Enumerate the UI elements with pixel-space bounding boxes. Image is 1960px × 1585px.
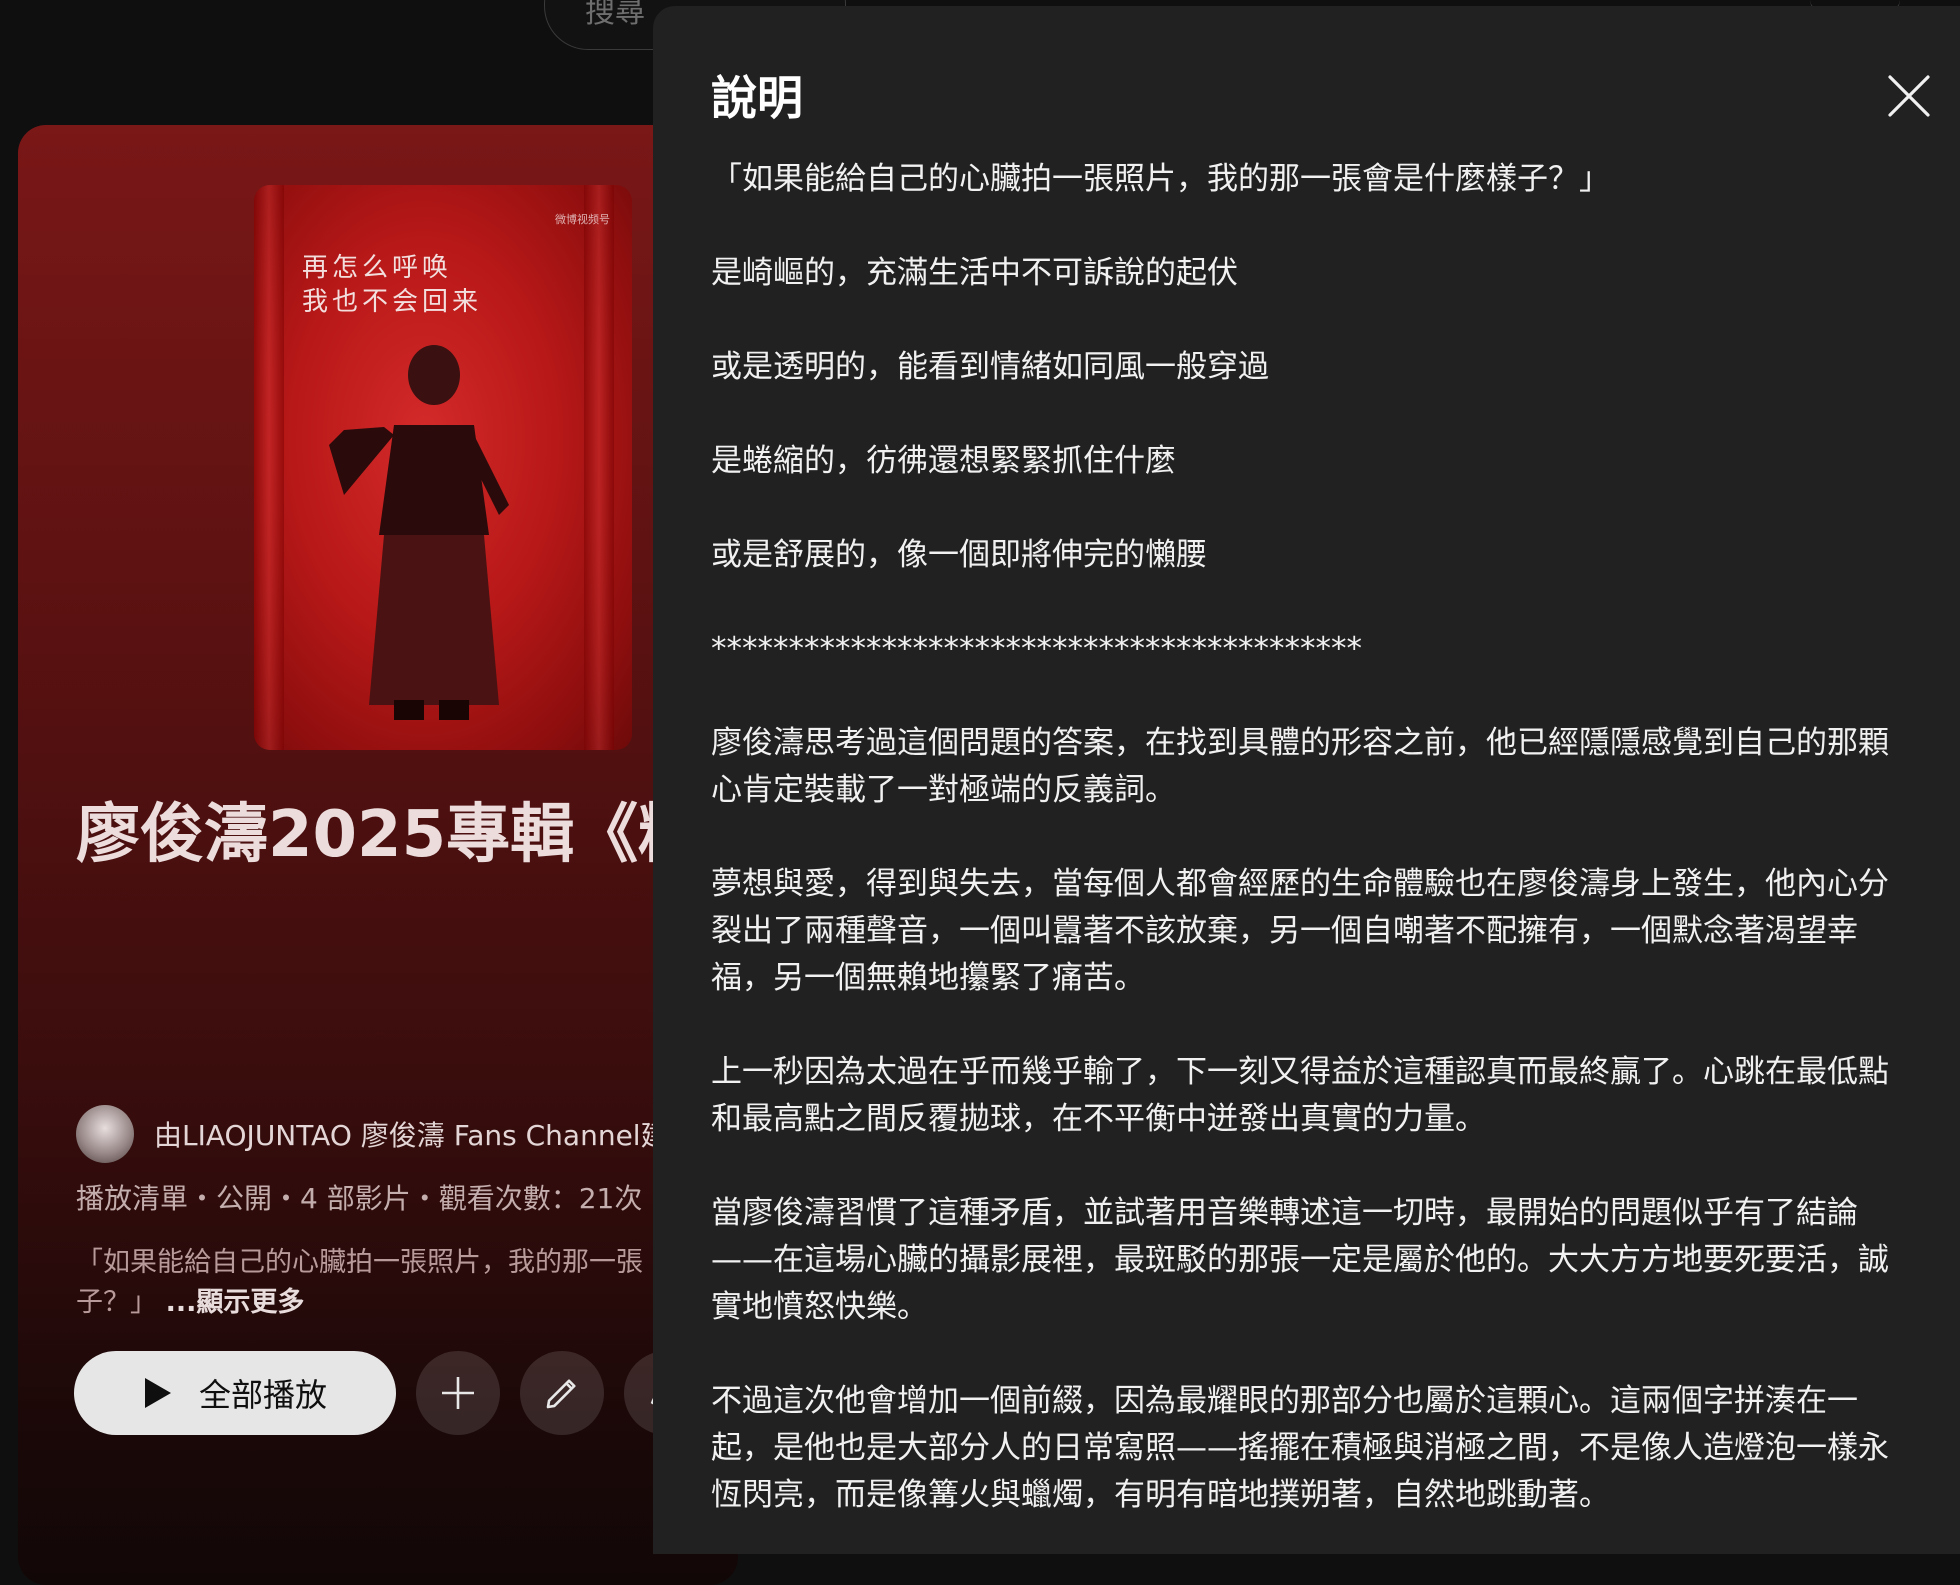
description-paragraph: 不過這次他會增加一個前綴，因為最耀眼的那部分也屬於這顆心。這兩個字拼湊在一起，是…	[711, 1383, 1889, 1513]
close-button[interactable]	[1877, 64, 1941, 128]
description-paragraph: 「如果能給自己的心臟拍一張照片，我的那一張會是什麼樣子？」	[711, 161, 1610, 197]
description-paragraph: 夢想與愛，得到與失去，當每個人都會經歷的生命體驗也在廖俊濤身上發生，他內心分裂出…	[711, 866, 1889, 996]
cover-person-figure	[329, 345, 509, 720]
avatar[interactable]	[76, 1105, 134, 1163]
close-icon	[1888, 75, 1930, 117]
cover-caption-line2: 我也不会回来	[302, 287, 483, 317]
cover-watermark: 微博视频号	[555, 213, 610, 226]
edit-playlist-button[interactable]	[520, 1351, 604, 1435]
creator-row[interactable]: 由LIAOJUNTAO 廖俊濤 Fans Channel建	[76, 1105, 669, 1163]
description-dialog: 說明 「如果能給自己的心臟拍一張照片，我的那一張會是什麼樣子？」 是崎嶇的，充滿…	[653, 6, 1960, 1554]
description-paragraph: 當廖俊濤習慣了這種矛盾，並試著用音樂轉述這一切時，最開始的問題似乎有了結論——在…	[711, 1195, 1889, 1325]
description-paragraph: 廖俊濤思考過這個問題的答案，在找到具體的形容之前，他已經隱隱感覺到自己的那顆心肯…	[711, 725, 1889, 808]
show-more-link[interactable]: ...顯示更多	[166, 1287, 305, 1318]
cover-caption-line1: 再怎么呼唤	[302, 253, 453, 283]
description-paragraph: 是蜷縮的，彷彿還想緊緊抓住什麼	[711, 443, 1176, 479]
creator-link[interactable]: 由LIAOJUNTAO 廖俊濤 Fans Channel建	[154, 1114, 669, 1154]
description-separator: ****************************************…	[711, 631, 1362, 667]
cover-caption: 再怎么呼唤 我也不会回来	[302, 251, 482, 319]
pencil-icon	[546, 1379, 576, 1409]
playlist-cover-image: 微博视频号 再怎么呼唤 我也不会回来	[254, 185, 632, 750]
plus-icon	[442, 1377, 474, 1409]
play-icon	[144, 1378, 171, 1408]
playlist-header-card: 微博视频号 再怎么呼唤 我也不会回来 廖俊濤2025專輯《糕 的斑駁》 由LIA…	[18, 125, 738, 1585]
search-placeholder: 搜尋	[585, 0, 645, 30]
play-all-label: 全部播放	[198, 1376, 327, 1414]
dialog-description-text: 「如果能給自己的心臟拍一張照片，我的那一張會是什麼樣子？」 是崎嶇的，充滿生活中…	[711, 156, 1891, 1554]
playlist-title: 廖俊濤2025專輯《糕 的斑駁》	[76, 798, 738, 872]
description-preview-text: 「如果能給自己的心臟拍一張照片，我的那一張 子？」	[76, 1247, 643, 1318]
description-paragraph: 或是舒展的，像一個即將伸完的懶腰	[711, 537, 1207, 573]
add-to-library-button[interactable]	[416, 1351, 500, 1435]
playlist-description-preview[interactable]: 「如果能給自己的心臟拍一張照片，我的那一張 子？」 ...顯示更多	[76, 1243, 716, 1323]
playlist-actions: 全部播放	[74, 1351, 708, 1435]
description-paragraph: 上一秒因為太過在乎而幾乎輸了，下一刻又得益於這種認真而最終贏了。心跳在最低點和最…	[711, 1054, 1889, 1137]
dialog-title: 說明	[711, 71, 803, 125]
description-paragraph: 是崎嶇的，充滿生活中不可訴說的起伏	[711, 255, 1238, 291]
description-paragraph: 或是透明的，能看到情緒如同風一般穿過	[711, 349, 1269, 385]
play-all-button[interactable]: 全部播放	[74, 1351, 396, 1435]
playlist-meta: 播放清單・公開・4 部影片・觀看次數：21次	[76, 1182, 643, 1215]
